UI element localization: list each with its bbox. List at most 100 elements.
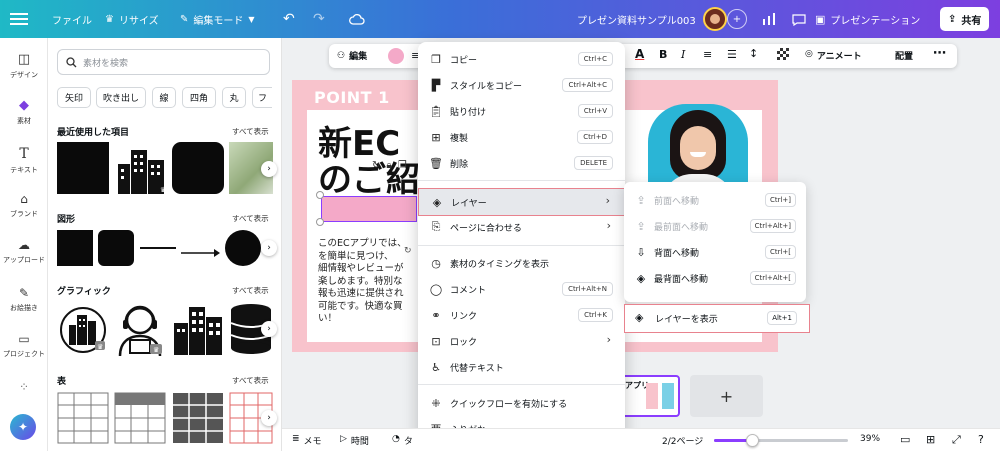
nav-brand[interactable]: ⌂ ブランド [0, 192, 48, 219]
resize-handle[interactable] [316, 218, 324, 226]
shape-rounded-square[interactable] [98, 230, 134, 266]
chip-arrow[interactable]: 矢印 [57, 87, 91, 108]
insights-button[interactable] [757, 0, 781, 38]
submenu-send-backward[interactable]: ⇩ 背面へ移動 Ctrl+[ [624, 240, 806, 264]
slide-photo[interactable] [648, 104, 748, 190]
resize-button[interactable]: ♛ リサイズ [105, 0, 159, 38]
shape-arrow-line[interactable] [181, 243, 221, 257]
menu-paste[interactable]: 📋︎ 貼り付け Ctrl+V [418, 98, 625, 124]
transparency-icon[interactable] [777, 48, 789, 60]
table-header[interactable] [114, 392, 166, 444]
fill-color-swatch[interactable] [388, 48, 404, 64]
page-counter[interactable]: 2/2ページ [662, 434, 703, 447]
file-menu[interactable]: ファイル [52, 0, 92, 38]
lock-icon[interactable]: 🔒︎ [386, 160, 391, 171]
zoom-percent[interactable]: 39% [860, 434, 880, 444]
submenu-send-to-back[interactable]: ◈ 最背面へ移動 Ctrl+Alt+[ [624, 266, 806, 290]
nav-design[interactable]: ◫ デザイン [0, 52, 48, 80]
comment-button[interactable] [787, 0, 811, 38]
slide-body-text[interactable]: このECアプリでは、 を簡単に見つけ、 細情報やレビューが 楽しめます。特別な … [318, 238, 418, 326]
cloud-save-icon[interactable] [349, 0, 365, 38]
fullscreen-icon[interactable]: ⤢ [952, 433, 961, 447]
chip-speech-bubble[interactable]: 吹き出し [96, 87, 146, 108]
rotate-icon[interactable]: ↻ [372, 160, 380, 171]
submenu-bring-to-front[interactable]: ⇪ 最前面へ移動 Ctrl+Alt+] [624, 214, 806, 238]
recent-black-square[interactable] [57, 142, 109, 194]
recent-buildings-graphic[interactable]: ♛ [114, 142, 168, 194]
nav-elements[interactable]: ◆ 素材 [0, 98, 48, 126]
nav-apps[interactable]: ⁘ [0, 380, 48, 394]
add-page-button[interactable]: + [690, 375, 763, 417]
share-button[interactable]: ⇪ 共有 [940, 7, 990, 31]
grid-view-icon[interactable]: ⊞ [926, 433, 935, 446]
help-icon[interactable]: ? [978, 433, 984, 446]
submenu-show-layers[interactable]: ◈ レイヤーを表示 Alt+1 [624, 304, 810, 333]
italic-icon[interactable]: I [681, 48, 685, 61]
chip-square[interactable]: 四角 [182, 87, 216, 108]
undo-button[interactable]: ↶ [283, 0, 295, 38]
add-collaborator-button[interactable]: + [727, 0, 747, 38]
list-icon[interactable]: ☰ [727, 48, 737, 61]
submenu-bring-forward[interactable]: ⇪ 前面へ移動 Ctrl+] [624, 188, 806, 212]
timer-button[interactable]: ▷ 時間 [340, 434, 369, 447]
see-all-tables[interactable]: すべて表示 [232, 375, 269, 386]
zoom-slider[interactable] [714, 434, 848, 447]
graphic-office-buildings[interactable] [172, 303, 224, 355]
chip-circle[interactable]: 丸 [222, 87, 246, 108]
graphic-headset-person[interactable]: ♛ [114, 300, 166, 357]
menu-copy[interactable]: ❐ コピー Ctrl+C [418, 46, 625, 72]
edit-button[interactable]: ⚇ 編集 [337, 49, 367, 63]
menu-quick-flow[interactable]: ⁜ クイックフローを有効にする [418, 390, 625, 416]
menu-link[interactable]: ⚭ リンク Ctrl+K [418, 302, 625, 328]
shape-square[interactable] [57, 230, 93, 266]
see-all-shapes[interactable]: すべて表示 [232, 213, 269, 224]
nav-draw[interactable]: ✎ お絵描き [0, 286, 48, 313]
see-all-graphics[interactable]: すべて表示 [232, 285, 269, 296]
chevron-right-icon[interactable]: › [261, 161, 277, 177]
chevron-right-icon[interactable]: › [261, 321, 277, 337]
chevron-right-icon[interactable]: › [261, 410, 277, 426]
magic-sparkle-icon[interactable]: ✦ [10, 414, 36, 440]
stopwatch-button[interactable]: ◔ タ [392, 434, 413, 447]
chip-line[interactable]: 線 [152, 87, 176, 108]
resize-handle[interactable] [316, 191, 324, 199]
table-plain[interactable] [57, 392, 109, 444]
menu-icon[interactable] [10, 0, 28, 38]
avatar[interactable] [703, 0, 727, 38]
recent-rounded-square[interactable] [172, 142, 224, 194]
shape-circle[interactable] [225, 230, 261, 266]
chip-more[interactable]: フ [252, 87, 272, 108]
menu-delete[interactable]: 🗑︎ 削除 DELETE [418, 150, 625, 176]
menu-lock[interactable]: ⊡ ロック › [418, 328, 625, 354]
search-input[interactable]: 素材を検索 [57, 49, 270, 75]
menu-layer[interactable]: ◈ レイヤー › [418, 188, 625, 216]
line-spacing-icon[interactable]: ↕ [749, 47, 758, 60]
chevron-right-icon[interactable]: › [261, 240, 277, 256]
menu-alt-text[interactable]: ♿︎ 代替テキスト [418, 354, 625, 380]
page-view-icon[interactable]: ▭ [900, 433, 910, 446]
nav-uploads[interactable]: ☁ アップロード [0, 238, 48, 265]
copy-icon[interactable]: ❐ [398, 160, 407, 171]
graphic-city-circle[interactable]: ♛ [57, 303, 109, 355]
edit-mode-dropdown[interactable]: ✎ 編集モード ▼ [180, 0, 255, 38]
page-thumbnail[interactable]: アプリ [620, 375, 680, 417]
present-button[interactable]: ▣ プレゼンテーション [815, 0, 920, 38]
redo-button[interactable]: ↷ [313, 0, 325, 38]
selected-pink-rectangle[interactable] [321, 196, 417, 222]
menu-duplicate[interactable]: ⊞ 複製 Ctrl+D [418, 124, 625, 150]
animate-button[interactable]: ◎ アニメート [805, 49, 862, 62]
menu-comment[interactable]: ◯ コメント Ctrl+Alt+N [418, 276, 625, 302]
notes-button[interactable]: ≣ メモ [292, 434, 322, 447]
menu-fit-to-page[interactable]: ⎘ ページに合わせる › [418, 214, 625, 240]
shape-line[interactable] [140, 247, 176, 249]
position-button[interactable]: 配置 [895, 49, 913, 62]
document-title[interactable]: プレゼン資料サンプル003 [577, 0, 696, 38]
zoom-slider-handle[interactable] [745, 434, 759, 447]
menu-copy-style[interactable]: ▛ スタイルをコピー Ctrl+Alt+C [418, 72, 625, 98]
nav-projects[interactable]: ▭ プロジェクト [0, 332, 48, 359]
text-color-icon[interactable]: A [635, 47, 644, 61]
table-dark[interactable] [172, 392, 224, 444]
nav-text[interactable]: T テキスト [0, 146, 48, 175]
align-center-icon[interactable]: ≡ [703, 48, 712, 61]
more-icon[interactable]: ⋯ [933, 46, 946, 61]
